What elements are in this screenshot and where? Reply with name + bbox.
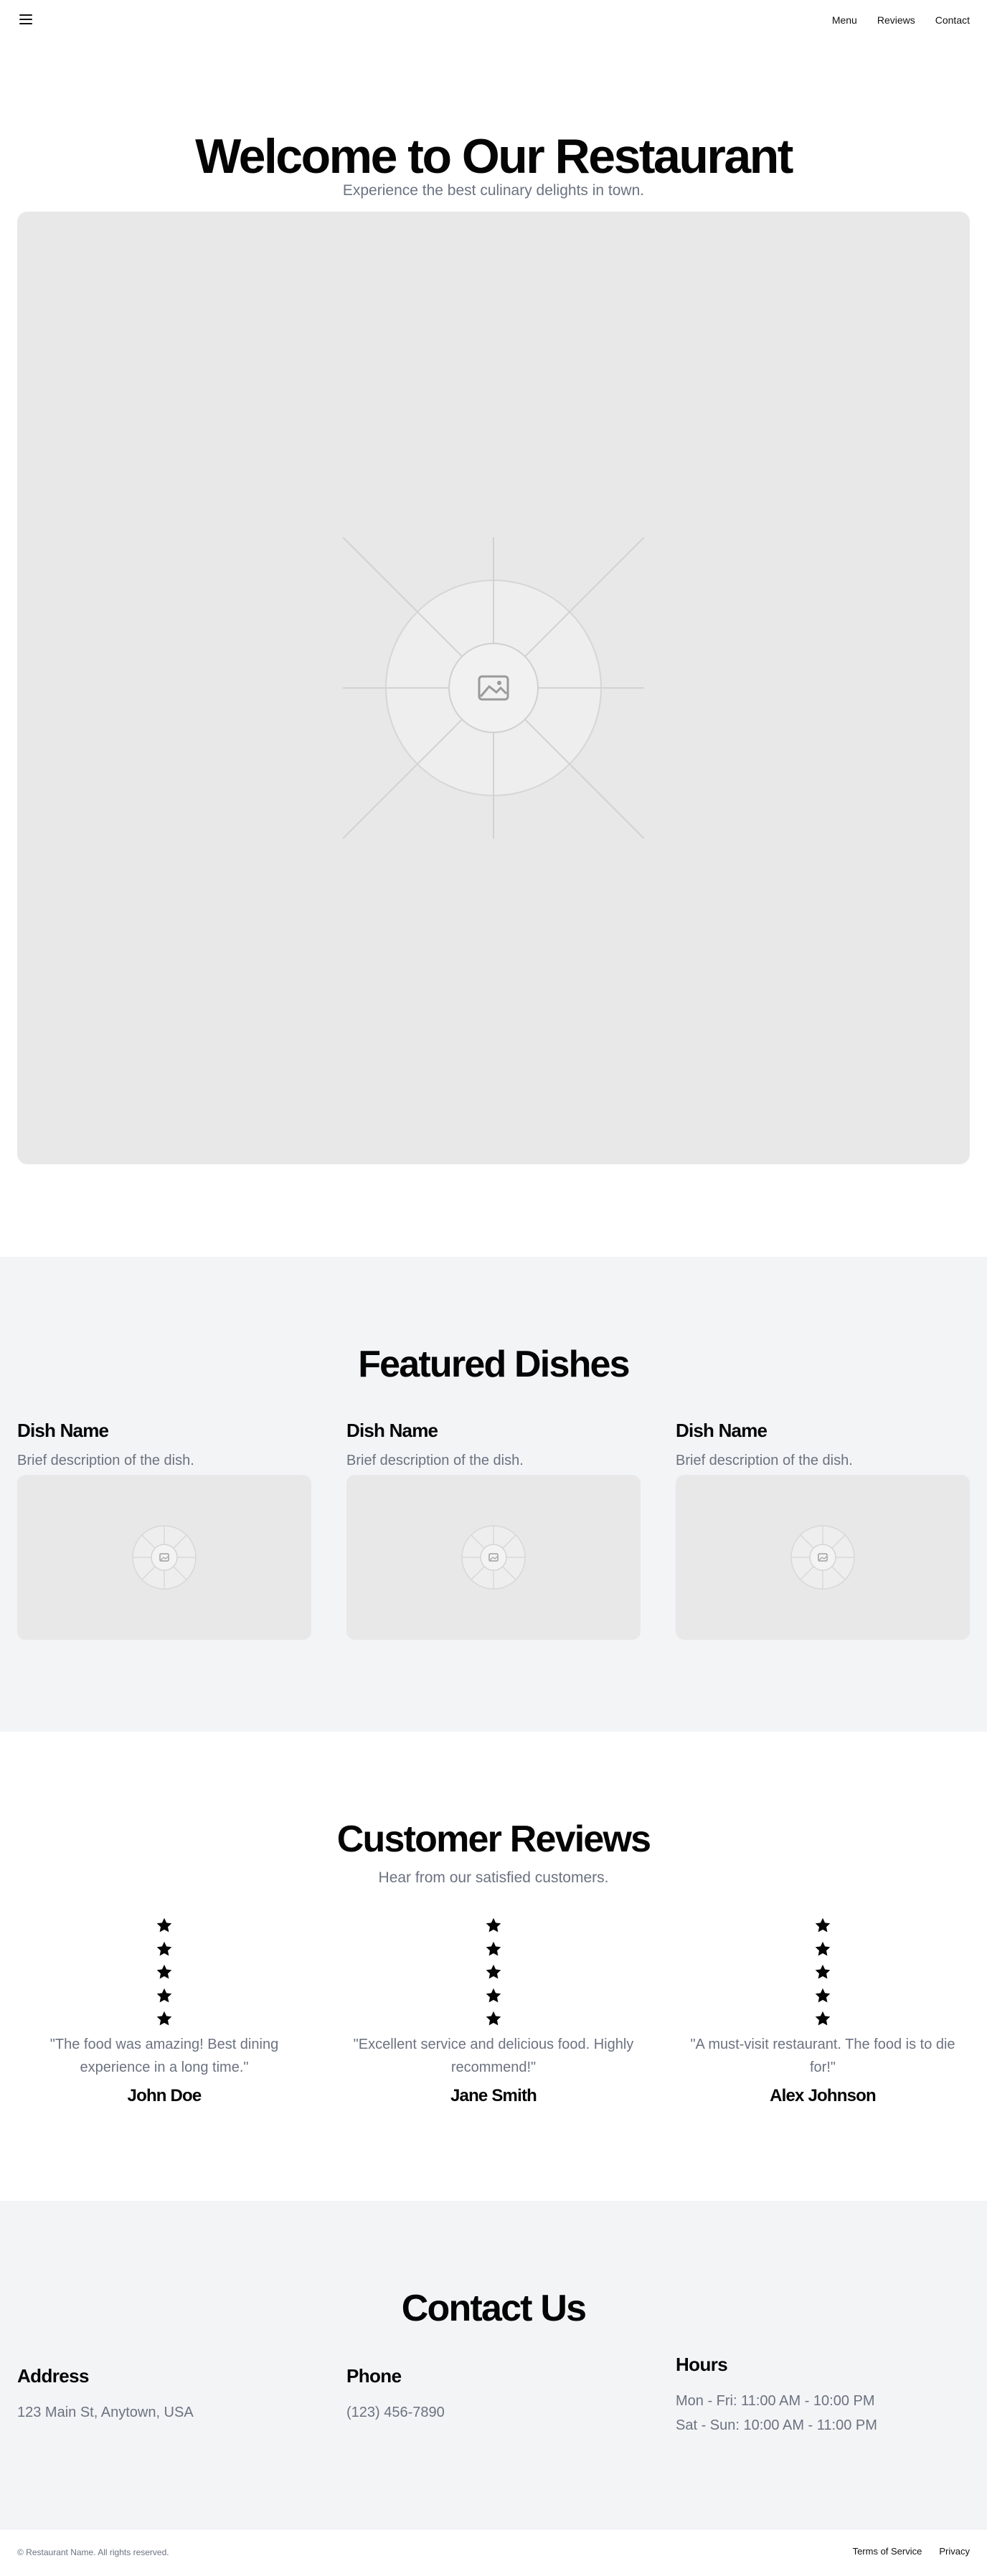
- star-icon: [486, 2011, 501, 2026]
- hero-title: Welcome to Our Restaurant: [195, 129, 793, 184]
- star-icon: [486, 1917, 501, 1933]
- footer-link-privacy[interactable]: Privacy: [939, 2545, 970, 2558]
- site-header: Menu Reviews Contact: [0, 0, 987, 40]
- review-text: "A must-visit restaurant. The food is to…: [690, 2037, 955, 2075]
- dish-name: Dish Name: [346, 1420, 438, 1441]
- star-icon: [156, 1964, 172, 1979]
- star-icon: [815, 1917, 831, 1933]
- hero-subtitle: Experience the best culinary delights in…: [342, 182, 645, 199]
- nav-link-contact[interactable]: Contact: [935, 13, 970, 27]
- phone-heading: Phone: [346, 2365, 402, 2387]
- hamburger-menu-icon[interactable]: [17, 10, 34, 29]
- dish-description: Brief description of the dish.: [346, 1453, 524, 1468]
- star-rating: [485, 1917, 502, 2034]
- star-icon: [486, 1941, 501, 1955]
- reviews-subtitle: Hear from our satisfied customers.: [378, 1869, 609, 1886]
- star-icon: [156, 1988, 172, 2002]
- review-author: John Doe: [127, 2086, 202, 2105]
- dish-name: Dish Name: [676, 1420, 768, 1441]
- featured-dishes-section: Featured Dishes Dish Name Brief descript…: [0, 1257, 987, 1732]
- image-placeholder-icon: [343, 537, 644, 839]
- dish-image-placeholder: [346, 1475, 641, 1640]
- star-rating: [814, 1917, 831, 2034]
- image-placeholder-icon: [132, 1525, 197, 1590]
- review-author: Jane Smith: [450, 2086, 537, 2105]
- star-icon: [815, 1988, 831, 2002]
- dish-name: Dish Name: [17, 1420, 109, 1441]
- contact-title: Contact Us: [401, 2288, 587, 2329]
- review-text: "The food was amazing! Best dining exper…: [49, 2037, 279, 2075]
- star-rating: [156, 1917, 173, 2034]
- contact-hours: Hours Mon - Fri: 11:00 AM - 10:00 PM Sat…: [676, 2353, 970, 2438]
- review-text: "Excellent service and delicious food. H…: [353, 2037, 634, 2075]
- star-icon: [156, 2011, 172, 2026]
- address-line: 123 Main St, Anytown, USA: [17, 2405, 194, 2420]
- reviews-title: Customer Reviews: [336, 1818, 651, 1860]
- phone-line[interactable]: (123) 456-7890: [346, 2400, 641, 2425]
- review-author: Alex Johnson: [770, 2086, 877, 2105]
- star-icon: [156, 1941, 172, 1955]
- nav-link-menu[interactable]: Menu: [832, 13, 857, 27]
- image-placeholder-icon: [461, 1525, 526, 1590]
- hours-line-weekend: Sat - Sun: 10:00 AM - 11:00 PM: [676, 2417, 877, 2433]
- hours-line-weekdays: Mon - Fri: 11:00 AM - 10:00 PM: [676, 2393, 875, 2409]
- reviews-section: Customer Reviews Hear from our satisfied…: [0, 1732, 987, 2201]
- address-heading: Address: [17, 2365, 89, 2387]
- main-nav: Menu Reviews Contact: [832, 13, 970, 27]
- featured-title: Featured Dishes: [358, 1344, 630, 1385]
- nav-link-reviews[interactable]: Reviews: [877, 13, 915, 27]
- hours-heading: Hours: [676, 2354, 728, 2375]
- contact-address: Address 123 Main St, Anytown, USA: [17, 2364, 311, 2425]
- site-footer: © Restaurant Name. All rights reserved. …: [0, 2529, 987, 2576]
- hero-section: Welcome to Our Restaurant Experience the…: [0, 40, 987, 1257]
- star-icon: [156, 1917, 172, 1933]
- dish-description: Brief description of the dish.: [676, 1453, 853, 1468]
- image-placeholder-icon: [790, 1525, 855, 1590]
- dish-image-placeholder: [17, 1475, 311, 1640]
- star-icon: [815, 1964, 831, 1979]
- hero-image-placeholder: [17, 212, 970, 1164]
- star-icon: [815, 1941, 831, 1955]
- footer-link-terms[interactable]: Terms of Service: [853, 2545, 922, 2558]
- footer-links: Terms of Service Privacy: [853, 2545, 970, 2558]
- star-icon: [486, 1964, 501, 1979]
- star-icon: [486, 1988, 501, 2002]
- star-icon: [815, 2011, 831, 2026]
- contact-section: Contact Us Address 123 Main St, Anytown,…: [0, 2201, 987, 2529]
- dish-image-placeholder: [676, 1475, 970, 1640]
- contact-phone: Phone (123) 456-7890: [346, 2364, 641, 2425]
- copyright-text: © Restaurant Name. All rights reserved.: [17, 2547, 169, 2557]
- dish-description: Brief description of the dish.: [17, 1453, 194, 1468]
